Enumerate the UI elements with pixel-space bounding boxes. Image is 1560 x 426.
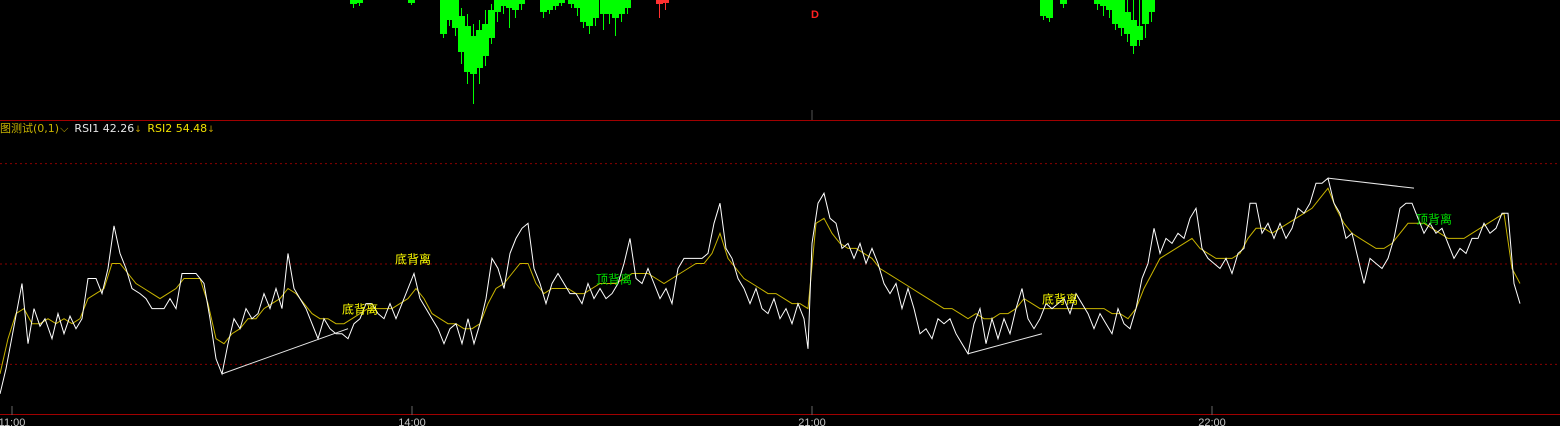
rsi2-arrow-icon: ↓ xyxy=(207,125,215,135)
candle-body xyxy=(586,0,593,26)
candle-body xyxy=(350,0,357,4)
candle-body xyxy=(512,0,519,10)
rsi-series xyxy=(0,177,1521,395)
candle-body xyxy=(458,16,465,52)
candle-body xyxy=(500,0,507,6)
candle-body xyxy=(552,0,559,6)
divergence-line-3 xyxy=(1327,177,1415,189)
chart-canvas[interactable]: D 底背离底背离顶背离底背离顶背离 11:00 14:00 21:00 22:00 xyxy=(0,0,1560,426)
candle-body xyxy=(506,0,513,8)
candle-body xyxy=(574,0,581,8)
candle-body xyxy=(580,0,587,22)
rsi1-value: RSI1 42.26 xyxy=(74,122,135,135)
annotation-2: 底背离 xyxy=(342,302,378,317)
divergence-line-1 xyxy=(221,328,349,375)
candle-body xyxy=(1130,20,1137,46)
candle-body xyxy=(1148,0,1155,12)
candle-body xyxy=(356,0,363,3)
indicator-name[interactable]: 图测试(0,1) xyxy=(0,122,59,135)
divergence-line-2 xyxy=(967,333,1043,355)
series-rsi1 xyxy=(0,177,1521,395)
candle-body xyxy=(494,0,501,12)
candle-body xyxy=(470,36,477,74)
chevron-down-icon[interactable]: ⌵ xyxy=(60,122,68,135)
candle-body xyxy=(606,0,613,14)
candle-body xyxy=(624,0,631,8)
candle-body xyxy=(1100,0,1107,6)
annotation-4: 底背离 xyxy=(1042,292,1078,307)
candle-body xyxy=(546,0,553,10)
candle-body xyxy=(1112,0,1119,24)
candle-body xyxy=(452,0,459,28)
candle-body xyxy=(440,0,447,34)
annotation-5: 顶背离 xyxy=(1416,211,1452,226)
x-tick-label: 14:00 xyxy=(398,417,426,426)
indicator-header[interactable]: 图测试(0,1)⌵ RSI1 42.26↓ RSI2 54.48↓ xyxy=(0,121,215,137)
candle-body xyxy=(408,0,415,3)
x-tick-label: 22:00 xyxy=(1198,417,1226,426)
candle-body xyxy=(482,24,489,56)
candle-body xyxy=(1094,0,1101,4)
candle-body xyxy=(600,0,607,14)
candle-body xyxy=(464,26,471,72)
divergence-lines xyxy=(221,177,1415,375)
candle-body xyxy=(662,0,669,3)
candle-body xyxy=(1118,0,1125,28)
rsi1-arrow-icon: ↓ xyxy=(134,125,142,135)
candlesticks xyxy=(350,0,1155,104)
candle-body xyxy=(476,30,483,68)
candle-body xyxy=(1046,0,1053,18)
candle-body xyxy=(1142,0,1149,24)
candle-body xyxy=(1136,26,1143,40)
annotation-1: 底背离 xyxy=(395,251,431,266)
annotation-3: 顶背离 xyxy=(596,272,632,287)
candle-body xyxy=(446,0,453,20)
candle-body xyxy=(1106,0,1113,10)
candle-body xyxy=(518,0,525,4)
candle-body xyxy=(540,0,547,12)
price-marker-d: D xyxy=(811,9,819,21)
candle-body xyxy=(568,0,575,4)
candle-body xyxy=(618,0,625,14)
reference-lines xyxy=(0,163,1560,365)
rsi2-value: RSI2 54.48 xyxy=(147,122,208,135)
candle-body xyxy=(592,0,599,18)
candle-body xyxy=(1124,12,1131,34)
candle-body xyxy=(612,0,619,18)
x-tick-label: 21:00 xyxy=(798,417,826,426)
x-tick-label: 11:00 xyxy=(0,417,25,426)
candle-body xyxy=(656,0,663,4)
candle-body xyxy=(1060,0,1067,4)
candle-body xyxy=(488,10,495,38)
candle-body xyxy=(1040,0,1047,16)
x-axis: 11:00 14:00 21:00 22:00 xyxy=(0,406,1226,426)
candle-body xyxy=(558,0,565,3)
